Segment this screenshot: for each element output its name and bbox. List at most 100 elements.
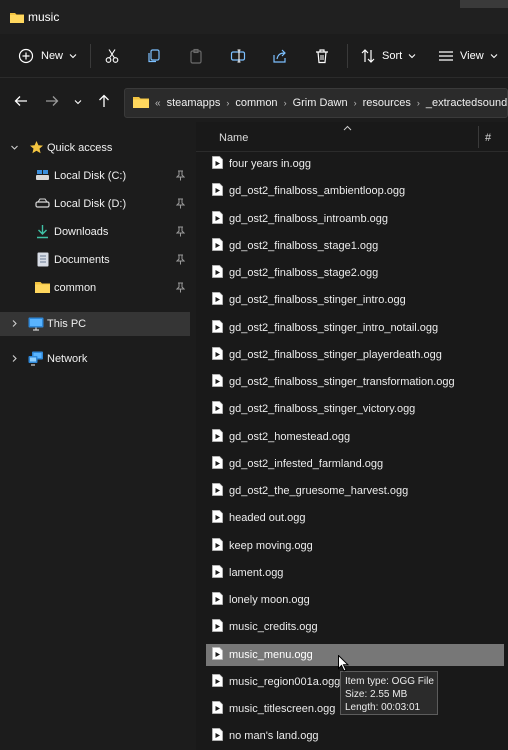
nav-item-local-disk-c[interactable]: Local Disk (C:)	[0, 164, 190, 188]
column-header-number[interactable]: #	[485, 132, 491, 144]
audio-file-icon	[212, 728, 223, 744]
pin-icon	[175, 170, 186, 184]
audio-file-icon	[212, 619, 223, 635]
file-row[interactable]: headed out.ogg	[206, 507, 504, 529]
new-button[interactable]: New	[18, 42, 77, 70]
forward-button[interactable]	[42, 92, 62, 112]
arrow-right-icon	[45, 95, 59, 110]
rename-button[interactable]	[230, 42, 246, 70]
audio-file-icon	[212, 374, 223, 390]
file-name: no man's land.ogg	[229, 730, 319, 743]
audio-file-icon	[212, 564, 223, 581]
paste-button[interactable]	[188, 42, 204, 70]
nav-item-common[interactable]: common	[0, 276, 190, 300]
breadcrumb-grim-dawn[interactable]: Grim Dawn	[293, 97, 348, 109]
file-row[interactable]: gd_ost2_finalboss_stinger_victory.ogg	[206, 398, 504, 420]
new-label: New	[41, 50, 64, 62]
column-header-name[interactable]: Name	[219, 132, 248, 144]
cut-button[interactable]	[104, 42, 120, 70]
file-row[interactable]: music_credits.ogg	[206, 616, 504, 638]
delete-button[interactable]	[314, 42, 330, 70]
nav-quick-access[interactable]: Quick access	[0, 136, 190, 160]
file-row[interactable]: gd_ost2_finalboss_stage2.ogg	[206, 262, 504, 284]
file-row[interactable]: gd_ost2_finalboss_stinger_playerdeath.og…	[206, 344, 504, 366]
chevron-right-icon[interactable]: ›	[417, 98, 420, 108]
file-row[interactable]: gd_ost2_finalboss_stinger_intro_notail.o…	[206, 317, 504, 339]
audio-file-icon	[212, 483, 223, 499]
file-name: headed out.ogg	[229, 512, 306, 525]
nav-item-documents[interactable]: Documents	[0, 248, 190, 272]
drive-icon	[35, 198, 50, 212]
file-row[interactable]: keep moving.ogg	[206, 535, 504, 557]
rename-icon	[230, 48, 246, 64]
file-name: gd_ost2_finalboss_introamb.ogg	[229, 212, 389, 225]
file-row[interactable]: gd_ost2_finalboss_stinger_intro.ogg	[206, 289, 504, 311]
scissors-icon	[104, 48, 120, 64]
sort-button[interactable]: Sort	[360, 42, 416, 70]
view-button[interactable]: View	[438, 42, 498, 70]
file-row[interactable]: gd_ost2_finalboss_stage1.ogg	[206, 235, 504, 257]
address-bar-row: « steamapps › common › Grim Dawn › resou…	[0, 82, 508, 122]
file-row[interactable]: gd_ost2_finalboss_stinger_transformation…	[206, 371, 504, 393]
file-name: gd_ost2_finalboss_stinger_intro.ogg	[229, 294, 406, 307]
chevron-down-icon	[69, 53, 77, 59]
mouse-cursor	[338, 654, 350, 675]
audio-file-icon	[212, 156, 223, 172]
breadcrumb-steamapps[interactable]: steamapps	[167, 97, 221, 109]
chevron-right-icon[interactable]: ›	[354, 98, 357, 108]
nav-item-label: common	[54, 282, 97, 294]
file-row[interactable]: gd_ost2_homestead.ogg	[206, 426, 504, 448]
file-row[interactable]: lonely moon.ogg	[206, 589, 504, 611]
tooltip-length: Length: 00:03:01	[345, 702, 421, 713]
breadcrumb-common[interactable]: common	[235, 97, 277, 109]
chevron-right-icon[interactable]: ›	[226, 98, 229, 108]
address-field[interactable]: « steamapps › common › Grim Dawn › resou…	[124, 88, 508, 118]
audio-file-icon	[212, 265, 223, 281]
file-name: gd_ost2_finalboss_ambientloop.ogg	[229, 185, 406, 198]
file-row[interactable]: lament.ogg	[206, 562, 504, 584]
plus-circle-icon	[18, 48, 34, 64]
file-name: music_region001a.ogg	[229, 675, 341, 688]
column-divider[interactable]	[478, 126, 479, 148]
file-row[interactable]: gd_ost2_the_gruesome_harvest.ogg	[206, 480, 504, 502]
chevron-down-icon[interactable]	[10, 143, 19, 155]
file-row[interactable]: four years in.ogg	[206, 153, 504, 175]
file-row[interactable]: gd_ost2_finalboss_introamb.ogg	[206, 208, 504, 230]
file-row[interactable]: gd_ost2_infested_farmland.ogg	[206, 453, 504, 475]
file-name: gd_ost2_homestead.ogg	[229, 430, 351, 443]
chevron-right-icon[interactable]	[10, 354, 19, 366]
chevron-right-icon[interactable]	[10, 319, 19, 331]
file-row[interactable]: gd_ost2_finalboss_ambientloop.ogg	[206, 180, 504, 202]
list-view-icon	[438, 49, 454, 63]
nav-item-this-pc[interactable]: This PC	[0, 312, 190, 336]
nav-item-network[interactable]: Network	[0, 347, 190, 371]
chevron-right-icon[interactable]: ›	[284, 98, 287, 108]
nav-item-local-disk-d[interactable]: Local Disk (D:)	[0, 192, 190, 216]
audio-file-icon	[212, 455, 223, 472]
recent-locations-button[interactable]	[68, 92, 88, 112]
up-button[interactable]	[94, 92, 114, 112]
audio-file-icon	[212, 346, 223, 363]
copy-button[interactable]	[146, 42, 162, 70]
arrow-up-icon	[98, 94, 110, 111]
file-name: gd_ost2_finalboss_stinger_playerdeath.og…	[229, 348, 442, 361]
nav-quick-access-label: Quick access	[47, 142, 113, 154]
back-button[interactable]	[11, 92, 31, 112]
file-name: music_credits.ogg	[229, 621, 318, 634]
breadcrumb-extractedsound[interactable]: _extractedsound	[426, 97, 507, 109]
share-button[interactable]	[272, 42, 288, 70]
folder-icon	[133, 95, 149, 111]
nav-item-label: Local Disk (C:)	[54, 170, 127, 182]
breadcrumb-resources[interactable]: resources	[363, 97, 411, 109]
chevron-down-icon	[408, 53, 416, 59]
audio-file-icon	[212, 673, 223, 690]
sort-ascending-icon	[343, 123, 352, 133]
file-row[interactable]: music_menu.ogg	[206, 643, 504, 666]
nav-item-downloads[interactable]: Downloads	[0, 220, 190, 244]
overflow-chevron-icon[interactable]: «	[155, 98, 161, 109]
audio-file-icon	[212, 210, 223, 227]
pin-icon	[175, 254, 186, 268]
file-row[interactable]: no man's land.ogg	[206, 725, 504, 747]
audio-file-icon	[212, 401, 223, 417]
file-name: gd_ost2_the_gruesome_harvest.ogg	[229, 485, 409, 497]
